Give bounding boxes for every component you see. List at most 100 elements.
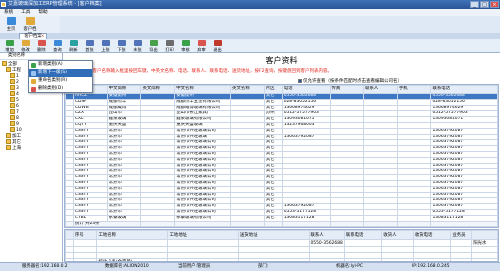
column-header[interactable]: 手机	[396, 85, 432, 94]
prev-icon	[101, 40, 110, 46]
folder-icon	[10, 91, 15, 96]
table-cell	[72, 239, 98, 247]
toolbar: 增加 修改 删除 查询 刷新 首张 上张 下张 末张 导出 打印 审核 弃审 退出	[0, 39, 500, 53]
status-server: 服务器名:192.168.0.2	[22, 264, 68, 269]
menu-system[interactable]: 系统	[4, 9, 13, 16]
column-header[interactable]: 序号	[72, 230, 98, 240]
title-bar: 艾嘉玻璃深加工ERP管理系统 - [客户档案] _ □ ×	[0, 0, 500, 9]
site-table: 序号 工地名称 工地地址 送货地址 联系人 联系电话 收货人 收货电话 业务员 0550-356…	[65, 230, 498, 261]
folder-icon	[10, 103, 15, 108]
column-header[interactable]: 电话	[281, 85, 331, 94]
column-header[interactable]: 业务员	[450, 230, 473, 240]
app-icon	[1, 2, 6, 7]
menu-tools[interactable]: 工具	[21, 9, 30, 16]
minimize-button[interactable]: _	[470, 1, 479, 8]
rename-icon	[31, 79, 36, 84]
toolbar-button-search[interactable]: 查询	[50, 40, 65, 52]
folder-icon	[10, 73, 15, 78]
toolbar-button-label: 审核	[181, 47, 190, 52]
column-header[interactable]: 收货人	[381, 230, 414, 240]
unaudit-icon	[197, 40, 206, 46]
toolbar-button-delete[interactable]: 删除	[34, 40, 49, 52]
tree-node[interactable]: 上海	[6, 145, 21, 151]
status-bar: 服务器名:192.168.0.2 数据库名:ALION2010 当前用户:管理员…	[0, 262, 500, 271]
audit-icon	[181, 40, 190, 46]
column-header[interactable]: 中文名称	[174, 85, 232, 94]
toolbar-button-last[interactable]: 末张	[130, 40, 145, 52]
delete-icon	[37, 40, 46, 46]
checkbox-view-only[interactable]	[298, 78, 302, 83]
column-header[interactable]: 工地地址	[167, 230, 239, 240]
toolbar-button-first[interactable]: 首张	[82, 40, 97, 52]
tab-close-icon[interactable]: ×	[41, 34, 44, 38]
table-cell: 0550-3562688	[308, 239, 345, 247]
toolbar-button-print[interactable]: 打印	[162, 40, 177, 52]
column-header[interactable]: 联系人	[363, 85, 398, 94]
folder-icon	[6, 67, 11, 72]
column-header[interactable]: 联系人	[308, 230, 345, 240]
total-cell	[396, 220, 432, 227]
column-header-extra	[471, 230, 498, 240]
page-title: 客户资料	[265, 56, 298, 65]
last-icon	[133, 40, 142, 46]
column-header[interactable]: 联系电话	[343, 230, 383, 240]
column-header[interactable]: 英文名称	[230, 85, 265, 94]
column-header[interactable]: 工地名称	[96, 230, 169, 240]
column-header[interactable]: 中文简称	[106, 85, 142, 94]
toolbar-button-label: 增加	[5, 47, 14, 52]
folder-icon	[10, 109, 15, 114]
tree-node-label: 上海	[12, 146, 21, 151]
column-header[interactable]: 联系电话	[430, 85, 498, 94]
menu-item-rename-category[interactable]: 重命名类别(R)	[29, 77, 92, 85]
column-header[interactable]: 收货电话	[412, 230, 452, 240]
table-row[interactable]: 0550-3562688 阳光水	[65, 239, 498, 247]
customer-file-button[interactable]: 客户档案	[22, 17, 38, 38]
menu-item-add-category[interactable]: 新增类别(A)	[29, 61, 92, 69]
total-cell	[363, 220, 398, 227]
folder-icon	[6, 145, 11, 150]
total-cell	[281, 220, 331, 227]
toolbar-button-label: 导出	[149, 47, 158, 52]
total-label: 统计 共23条	[72, 220, 142, 227]
row-indicator	[65, 220, 74, 227]
table-cell	[450, 239, 473, 247]
site-grid: 序号 工地名称 工地地址 送货地址 联系人 联系电话 收货人 收货电话 业务员 0550-356…	[64, 229, 499, 262]
row-indicator	[65, 239, 74, 247]
toolbar-button-export[interactable]: 导出	[146, 40, 161, 52]
toolbar-button-label: 查询	[53, 47, 62, 52]
toolbar-button-audit[interactable]: 审核	[178, 40, 193, 52]
toolbar-button-add[interactable]: 增加	[2, 40, 17, 52]
top-toolbar: 主页 客户档案	[0, 16, 60, 38]
toolbar-button-refresh[interactable]: 刷新	[66, 40, 81, 52]
menu-help[interactable]: 帮助	[38, 9, 47, 16]
status-dept: 部门:	[258, 264, 269, 269]
add-icon	[5, 40, 14, 46]
customer-table: 客户编号中文简称英文简称中文名称英文名称片区电话传真联系人手机联系电话 AHCZ…	[65, 85, 498, 227]
add-child-icon	[31, 71, 36, 76]
status-machine: 机器名:lyl-PC	[336, 264, 363, 269]
column-header[interactable]: 送货地址	[237, 230, 310, 240]
menu-item-delete-category[interactable]: 删除类别(D)	[29, 85, 92, 93]
column-header[interactable]: 英文简称	[140, 85, 176, 94]
total-cell	[140, 220, 176, 227]
toolbar-button-next[interactable]: 下张	[114, 40, 129, 52]
toolbar-button-unaudit[interactable]: 弃审	[194, 40, 209, 52]
folder-icon	[25, 17, 35, 25]
home-button[interactable]: 主页	[3, 17, 19, 32]
column-header[interactable]: 传真	[329, 85, 365, 94]
menu-item-add-sublevel[interactable]: 新增下一级(S)	[29, 69, 92, 77]
maximize-button[interactable]: □	[480, 1, 489, 8]
close-button[interactable]: ×	[490, 1, 499, 8]
folder-icon	[10, 115, 15, 120]
print-icon	[165, 40, 174, 46]
toolbar-button-exit[interactable]: 退出	[210, 40, 225, 52]
folder-icon	[10, 79, 15, 84]
total-cell	[329, 220, 365, 227]
folder-icon	[2, 61, 7, 66]
column-header[interactable]: 片区	[263, 85, 283, 94]
edit-icon	[21, 40, 30, 46]
toolbar-button-prev[interactable]: 上张	[98, 40, 113, 52]
toolbar-button-edit[interactable]: 修改	[18, 40, 33, 52]
window-title: 艾嘉玻璃深加工ERP管理系统 - [客户档案]	[8, 1, 102, 7]
customer-grid: 客户编号中文简称英文简称中文名称英文名称片区电话传真联系人手机联系电话 AHCZ…	[64, 84, 499, 228]
